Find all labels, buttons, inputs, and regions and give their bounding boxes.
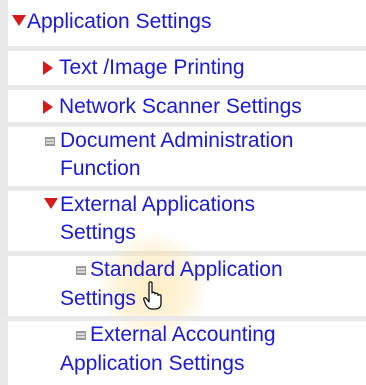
document-icon — [76, 331, 86, 340]
menu-item-label-line1: Standard Application — [90, 258, 283, 281]
menu-item-document-administration[interactable]: Document Administration Function — [0, 127, 366, 187]
menu-item-network-scanner-settings[interactable]: Network Scanner Settings — [0, 90, 366, 124]
triangle-right-icon — [43, 100, 53, 114]
menu-item-label-line2: Application Settings — [60, 352, 245, 375]
hand-pointer-icon — [143, 281, 162, 310]
menu-item-label-line1: Document Administration — [60, 129, 294, 152]
document-icon — [45, 137, 55, 146]
menu-item-label-line2: Settings — [60, 287, 136, 310]
menu-item-standard-application-settings[interactable]: Standard Application Settings — [0, 256, 366, 316]
triangle-right-icon — [43, 61, 53, 75]
triangle-down-icon — [12, 15, 26, 26]
menu-item-label-line1: External Accounting — [90, 323, 276, 346]
menu-item-label: Network Scanner Settings — [59, 95, 302, 118]
menu-item-label: Application Settings — [27, 10, 212, 33]
triangle-down-icon — [44, 198, 58, 209]
menu-item-application-settings[interactable]: Application Settings — [0, 0, 366, 44]
menu-item-label-line1: External Applications — [60, 193, 255, 216]
menu-item-label-line2: Function — [60, 157, 141, 180]
menu-item-text-image-printing[interactable]: Text /Image Printing — [0, 51, 366, 85]
menu-item-label: Text /Image Printing — [59, 56, 245, 79]
menu-item-external-accounting-application-settings[interactable]: External Accounting Application Settings — [0, 321, 366, 385]
document-icon — [76, 266, 86, 275]
